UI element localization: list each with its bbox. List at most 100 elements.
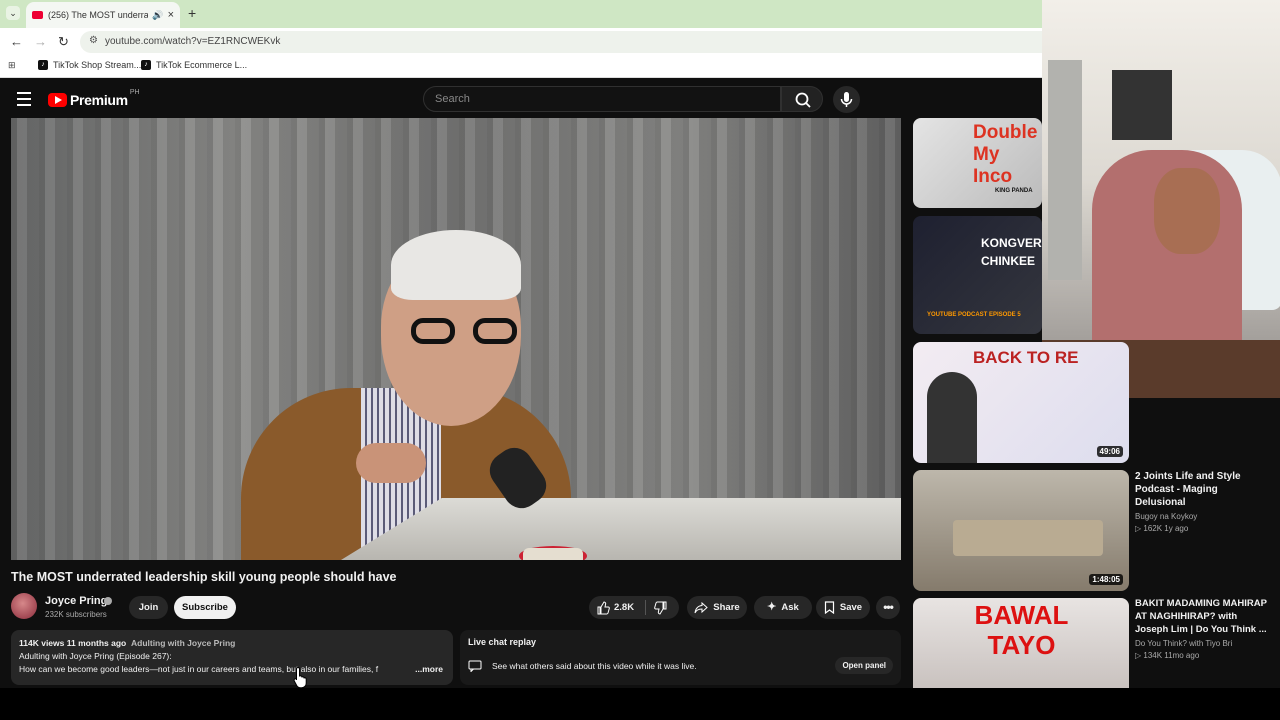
- recommended-thumbnail[interactable]: BAWAL TAYO: [913, 598, 1129, 688]
- browser-toolbar: ← → ↻ ⚙ youtube.com/watch?v=EZ1RNCWEKvk: [0, 28, 1042, 56]
- video-cup: [523, 548, 583, 560]
- tab-list-button[interactable]: ⌄: [6, 6, 20, 20]
- thumbnail-text: Double My Inco: [973, 122, 1038, 187]
- ask-label: Ask: [781, 602, 799, 613]
- bookmark-icon: [824, 601, 835, 614]
- bookmark-item[interactable]: ♪ TikTok Shop Stream...: [38, 60, 141, 70]
- search-button[interactable]: [781, 86, 823, 112]
- youtube-favicon-icon: [32, 11, 43, 19]
- thumbnail-text: KONGVERSA CHINKEE: [981, 236, 1042, 268]
- recommended-video-title[interactable]: 2 Joints Life and Style Podcast - Maging…: [1135, 470, 1270, 509]
- back-icon[interactable]: ←: [10, 34, 23, 49]
- ask-button[interactable]: ✦ Ask: [754, 596, 812, 619]
- bookmark-label: TikTok Ecommerce L...: [156, 60, 248, 70]
- recommended-thumbnail[interactable]: BACK TO RE 49:06: [913, 342, 1129, 463]
- webcam-background-object: [1112, 70, 1172, 140]
- join-button[interactable]: Join: [129, 596, 168, 619]
- video-duration: 1:48:05: [1089, 574, 1123, 585]
- voice-search-button[interactable]: [833, 86, 860, 113]
- channel-avatar[interactable]: [11, 593, 37, 619]
- more-actions-button[interactable]: •••: [876, 596, 900, 619]
- dislike-button[interactable]: [654, 601, 668, 620]
- save-button[interactable]: Save: [816, 596, 870, 619]
- speaker-icon[interactable]: 🔊: [152, 10, 163, 21]
- description-more-button[interactable]: ...more: [411, 663, 443, 676]
- like-count: 2.8K: [614, 602, 635, 613]
- logo-text: Premium: [70, 92, 128, 108]
- thumbs-down-icon: [654, 601, 667, 615]
- thumbnail-text: BAWAL TAYO: [974, 600, 1069, 660]
- open-panel-button[interactable]: Open panel: [835, 657, 893, 674]
- region-code: PH: [129, 88, 140, 96]
- reload-icon[interactable]: ↻: [58, 34, 69, 50]
- recommended-thumbnail[interactable]: KONGVERSA CHINKEE YOUTUBE PODCAST EPISOD…: [913, 216, 1042, 334]
- video-figure-glasses: [411, 318, 531, 344]
- description-show-link[interactable]: Adulting with Joyce Pring: [131, 638, 235, 648]
- address-bar[interactable]: ⚙ youtube.com/watch?v=EZ1RNCWEKvk: [80, 31, 1042, 53]
- live-chat-row: See what others said about this video wh…: [468, 660, 697, 672]
- hand-cursor-icon: [293, 666, 307, 688]
- video-duration: 49:06: [1096, 446, 1123, 457]
- search-input[interactable]: Search: [423, 86, 781, 112]
- browser-tab-active[interactable]: (256) The MOST underrated 🔊 ×: [26, 2, 180, 28]
- recommended-video-meta: ▷ 162K 1y ago: [1135, 524, 1189, 533]
- live-chat-replay-panel: Live chat replay See what others said ab…: [460, 630, 901, 685]
- description-meta: 114K views 11 months ago: [19, 638, 127, 648]
- subscriber-count: 232K subscribers: [45, 610, 107, 619]
- recommended-video-channel[interactable]: Do You Think? with Tiyo Bri: [1135, 639, 1270, 648]
- verified-badge-icon: [104, 597, 112, 605]
- description-line: Adulting with Joyce Pring (Episode 267):: [19, 651, 172, 661]
- tab-title: (256) The MOST underrated: [48, 10, 149, 20]
- bookmark-item[interactable]: ♪ TikTok Ecommerce L...: [141, 60, 247, 70]
- hamburger-menu-icon[interactable]: [17, 92, 31, 110]
- youtube-premium-logo[interactable]: Premium PH: [48, 88, 140, 108]
- close-tab-icon[interactable]: ×: [168, 9, 174, 21]
- bookmark-label: TikTok Shop Stream...: [53, 60, 142, 70]
- address-url[interactable]: youtube.com/watch?v=EZ1RNCWEKvk: [105, 36, 280, 47]
- tiktok-icon: ♪: [141, 60, 151, 70]
- like-button[interactable]: 2.8K: [596, 596, 634, 619]
- site-info-icon[interactable]: ⚙: [89, 35, 98, 46]
- live-chat-heading: Live chat replay: [468, 637, 537, 647]
- webcam-background-object: [1048, 60, 1082, 280]
- sparkle-icon: ✦: [767, 601, 777, 613]
- video-player[interactable]: [11, 118, 901, 560]
- tiktok-icon: ♪: [38, 60, 48, 70]
- webcam-person-face: [1154, 168, 1220, 254]
- recommended-video-channel[interactable]: Bugoy na Koykoy: [1135, 512, 1270, 521]
- thumbs-up-icon: [597, 600, 610, 614]
- thumbnail-subtext: YOUTUBE PODCAST EPISODE 5: [927, 312, 1021, 318]
- recommended-video-title[interactable]: BAKIT MADAMING MAHIRAP AT NAGHIHIRAP? wi…: [1135, 597, 1270, 636]
- thumbnail-figure: [927, 372, 977, 463]
- bookmarks-bar: ♪ TikTok Shop Stream... ♪ TikTok Ecommer…: [0, 56, 1042, 78]
- thumbnail-subtext: KING PANDA: [995, 188, 1033, 194]
- description-line: How can we become good leaders—not just …: [19, 664, 379, 674]
- video-figure-hair: [391, 230, 521, 300]
- recommended-thumbnail[interactable]: Double My Inco KING PANDA: [913, 118, 1042, 208]
- video-title: The MOST underrated leadership skill you…: [11, 570, 397, 584]
- forward-icon[interactable]: →: [34, 34, 47, 49]
- share-button[interactable]: Share: [687, 596, 747, 619]
- apps-grid-icon[interactable]: ⊞: [8, 60, 18, 70]
- share-icon: [694, 601, 709, 613]
- description-box[interactable]: 114K views 11 months ago Adulting with J…: [11, 630, 453, 685]
- new-tab-button[interactable]: +: [188, 5, 196, 21]
- subscribe-button[interactable]: Subscribe: [174, 596, 236, 619]
- chat-icon: [468, 660, 482, 672]
- live-chat-text: See what others said about this video wh…: [492, 661, 697, 671]
- recommended-video-info[interactable]: 2 Joints Life and Style Podcast - Maging…: [1135, 470, 1270, 533]
- youtube-play-icon: [48, 93, 67, 107]
- microphone-icon: [840, 92, 853, 107]
- channel-name[interactable]: Joyce Pring: [45, 595, 107, 607]
- thumbnail-table: [953, 520, 1103, 556]
- webcam-overlay: [1042, 0, 1280, 398]
- bottom-bar: [0, 688, 1280, 720]
- video-figure-hand: [356, 443, 426, 483]
- thumbnail-text: BACK TO RE: [973, 348, 1079, 367]
- recommended-thumbnail[interactable]: 1:48:05: [913, 470, 1129, 591]
- share-label: Share: [713, 602, 740, 613]
- recommended-video-info[interactable]: BAKIT MADAMING MAHIRAP AT NAGHIHIRAP? wi…: [1135, 597, 1270, 660]
- recommended-video-meta: ▷ 134K 11mo ago: [1135, 651, 1200, 660]
- search-icon: [795, 92, 811, 108]
- save-label: Save: [839, 602, 863, 613]
